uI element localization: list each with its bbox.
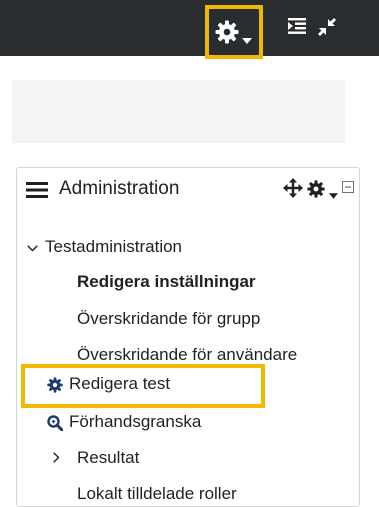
page-actions-menu-highlight[interactable] <box>205 5 263 59</box>
top-navbar <box>0 0 379 59</box>
chevron-down-icon[interactable] <box>329 186 338 204</box>
hamburger-icon <box>26 182 48 203</box>
tree-section-label: Testadministration <box>45 237 183 256</box>
tree-item-preview[interactable]: Förhandsgranska <box>47 412 201 432</box>
gear-icon[interactable] <box>307 180 325 203</box>
tree-item-results[interactable]: Resultat <box>53 448 139 468</box>
administration-block: Administration Testadministration Redige… <box>16 167 360 507</box>
tree-item-local-roles[interactable]: Lokalt tilldelade roller <box>77 484 237 504</box>
tree-section-testadministration[interactable]: Testadministration <box>27 237 182 257</box>
tree-item-edit-settings[interactable]: Redigera inställningar <box>77 272 256 292</box>
content-placeholder <box>12 80 345 143</box>
chevron-right-icon <box>53 448 77 468</box>
blocks-drawer-icon[interactable] <box>288 18 306 39</box>
minimize-icon[interactable] <box>342 180 354 198</box>
move-icon[interactable] <box>283 178 303 203</box>
tree-item-group-overrides[interactable]: Överskridande för grupp <box>77 309 260 329</box>
collapse-arrows-icon[interactable] <box>318 18 336 41</box>
chevron-down-icon[interactable] <box>242 31 252 49</box>
tree-item-label: Förhandsgranska <box>69 412 202 431</box>
gear-icon[interactable] <box>215 20 239 49</box>
tree-item-user-overrides[interactable]: Överskridande för användare <box>77 345 297 365</box>
block-header: Administration <box>17 168 359 214</box>
chevron-down-icon <box>27 237 45 257</box>
block-title: Administration <box>59 178 180 199</box>
magnifier-icon <box>47 415 64 436</box>
tree-item-label: Resultat <box>77 448 140 467</box>
edit-quiz-highlight <box>21 364 265 408</box>
